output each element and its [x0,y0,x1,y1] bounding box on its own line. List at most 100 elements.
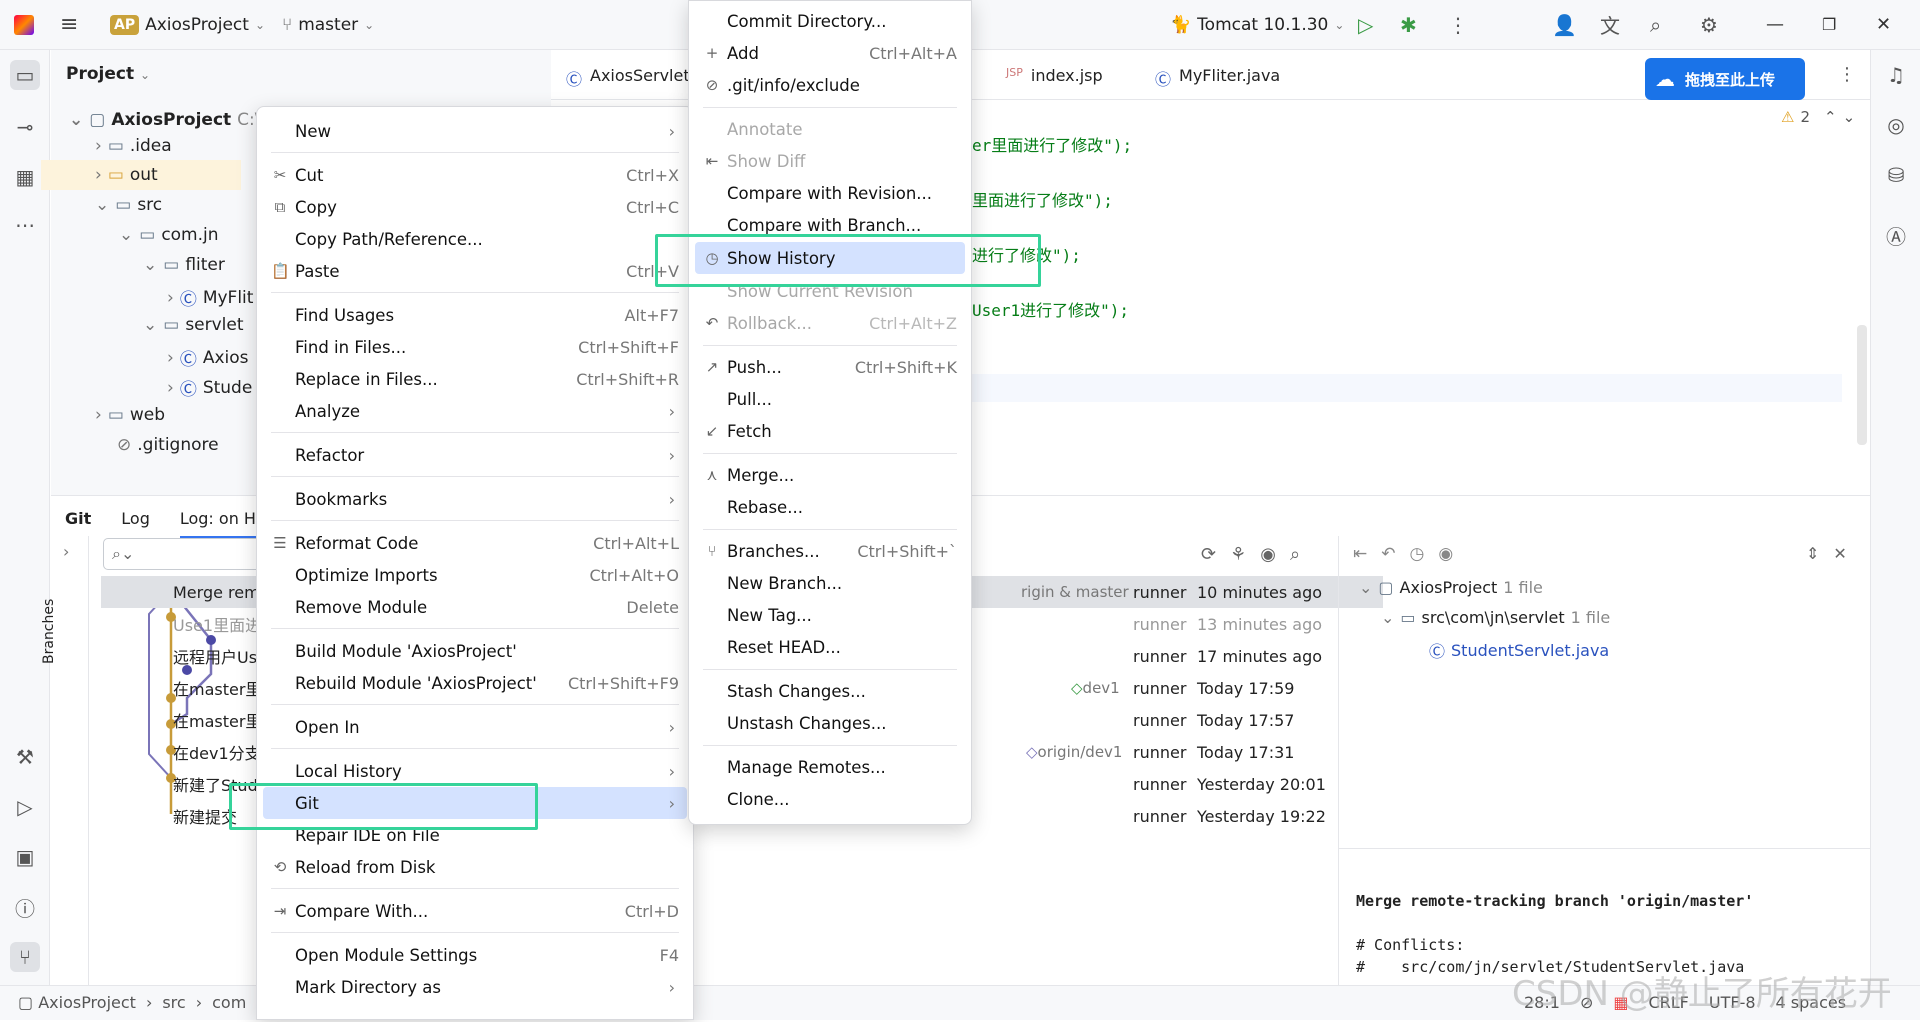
build-hammer-icon[interactable]: ⚒ [10,742,40,772]
minimize-icon[interactable]: — [1766,14,1784,35]
branches-label[interactable]: Branches [41,599,101,664]
tree-item-web[interactable]: › ▭ web [95,405,165,425]
menu-item-find-usages[interactable]: Find Usages Alt+F7 [263,299,687,331]
menu-item-replace-in-files[interactable]: Replace in Files... Ctrl+Shift+R [263,363,687,395]
breadcrumb-item[interactable]: ▢ AxiosProject [18,993,136,1012]
project-folder-icon[interactable]: ▭ [10,60,40,90]
tree-item-idea[interactable]: › ▭ .idea [95,136,172,156]
menu-item-manage-remotes[interactable]: Manage Remotes... [695,751,965,783]
menu-item-cut[interactable]: ✂ Cut Ctrl+X [263,159,687,191]
refresh-icon[interactable]: ⟳ [1201,544,1216,565]
main-menu-icon[interactable]: ≡ [60,12,78,37]
menu-item-compare-revision[interactable]: Compare with Revision... [695,177,965,209]
menu-item-remove-module[interactable]: Remove Module Delete [263,591,687,623]
menu-item-mark-directory[interactable]: Mark Directory as › [263,971,687,1003]
menu-item-pull[interactable]: Pull... [695,383,965,415]
ide-logo[interactable] [14,14,34,35]
tree-item-com-jn[interactable]: ⌄ ▭ com.jn [119,225,219,245]
reader-mode-icon[interactable]: Ⓐ [1881,220,1911,250]
menu-item-reset-head[interactable]: Reset HEAD... [695,631,965,663]
eye-icon[interactable]: ◉ [1438,544,1453,564]
menu-item-paste[interactable]: 📋 Paste Ctrl+V [263,255,687,287]
menu-item-new-branch[interactable]: New Branch... [695,567,965,599]
search-icon[interactable]: ⌕ [1290,544,1300,565]
more-tools-icon[interactable]: ⋯ [10,210,40,240]
menu-item-commit-directory[interactable]: Commit Directory... [695,5,965,37]
tab-myfliter[interactable]: Ⓒ MyFliter.java [1155,66,1280,90]
menu-item-reformat-code[interactable]: ☰ Reformat Code Ctrl+Alt+L [263,527,687,559]
menu-item-new[interactable]: New › [263,115,687,147]
eye-icon[interactable]: ◉ [1260,544,1276,565]
maximize-icon[interactable]: ❐ [1822,15,1836,34]
menu-item-reload-from-disk[interactable]: ⟲ Reload from Disk [263,851,687,883]
menu-item-stash[interactable]: Stash Changes... [695,675,965,707]
menu-item-compare-with[interactable]: ⇥ Compare With... Ctrl+D [263,895,687,927]
cherry-pick-icon[interactable]: ⚘ [1230,544,1246,565]
upload-button[interactable]: ☁ 拖拽至此上传 [1645,58,1805,100]
expand-branches-icon[interactable]: › [63,542,69,561]
tree-item-myfliter[interactable]: › Ⓒ MyFlit [167,285,253,311]
menu-item-add[interactable]: + Add Ctrl+Alt+A [695,37,965,69]
inspection-widget[interactable]: ⚠ 2 ⌃ ⌄ [1781,108,1855,126]
menu-item-unstash[interactable]: Unstash Changes... [695,707,965,739]
menu-item-git-exclude[interactable]: ⊘ .git/info/exclude [695,69,965,101]
tree-item-axios[interactable]: › Ⓒ Axios [167,345,248,371]
menu-item-fetch[interactable]: ↙ Fetch [695,415,965,447]
problems-icon[interactable]: ⓘ [10,892,40,922]
changes-dir[interactable]: ⌄ ▭ src\com\jn\servlet 1 file [1381,608,1610,627]
project-switcher[interactable]: AP AxiosProject ⌄ [110,14,265,35]
services-icon[interactable]: ▷ [10,792,40,822]
structure-icon[interactable]: ▦ [10,162,40,192]
menu-item-refactor[interactable]: Refactor › [263,439,687,471]
menu-item-analyze[interactable]: Analyze › [263,395,687,427]
tree-item-root[interactable]: ⌄ ▢ AxiosProject C:\ [69,110,260,130]
settings-gear-icon[interactable]: ⚙ [1700,13,1718,37]
tree-item-fliter[interactable]: ⌄ ▭ fliter [143,255,225,275]
revert-icon[interactable]: ↶ [1381,544,1395,564]
editor-scrollbar[interactable] [1857,325,1867,445]
menu-item-module-settings[interactable]: Open Module Settings F4 [263,939,687,971]
project-panel-title[interactable]: Project ⌄ [66,64,150,84]
tree-item-gitignore[interactable]: ⊘ .gitignore [117,435,219,455]
ai-assistant-icon[interactable]: ◎ [1881,110,1911,140]
close-icon[interactable]: ✕ [1876,14,1891,35]
notifications-bell-icon[interactable]: ♫ [1881,60,1911,90]
log-search-input[interactable]: ⌕⌄ [103,538,263,570]
tree-item-src[interactable]: ⌄ ▭ src [95,195,162,215]
git-branch-icon[interactable]: ⑂ [10,942,40,972]
tab-log-on-head[interactable]: Log: on H [179,509,256,538]
menu-item-clone[interactable]: Clone... [695,783,965,815]
search-icon[interactable]: ⌕ [1650,13,1661,37]
menu-item-rebuild-module[interactable]: Rebuild Module 'AxiosProject' Ctrl+Shift+… [263,667,687,699]
menu-item-branches[interactable]: ⑂ Branches... Ctrl+Shift+` [695,535,965,567]
terminal-icon[interactable]: ▣ [10,842,40,872]
tab-git[interactable]: Git [65,509,91,528]
add-user-icon[interactable]: 👤 [1552,13,1577,37]
branch-switcher[interactable]: ⑂ master ⌄ [282,15,374,35]
breadcrumb-item[interactable]: src [162,993,185,1012]
tab-log[interactable]: Log [121,509,150,528]
tree-item-servlet[interactable]: ⌄ ▭ servlet [143,315,244,335]
menu-item-new-tag[interactable]: New Tag... [695,599,965,631]
tree-item-out[interactable]: › ▭ out [95,165,158,185]
run-icon[interactable]: ▷ [1358,13,1373,37]
menu-item-build-module[interactable]: Build Module 'AxiosProject' [263,635,687,667]
menu-item-bookmarks[interactable]: Bookmarks › [263,483,687,515]
collapse-all-icon[interactable]: ✕ [1833,544,1846,563]
tab-axiosservlet[interactable]: Ⓒ AxiosServlet [566,66,690,90]
menu-item-copy-path[interactable]: Copy Path/Reference... [263,223,687,255]
debug-icon[interactable]: ✱ [1400,13,1417,37]
run-config-selector[interactable]: 🐈 Tomcat 10.1.30 ⌄ [1170,15,1344,35]
changes-file[interactable]: Ⓒ StudentServlet.java [1429,638,1609,662]
diff-icon[interactable]: ⇤ [1353,544,1367,564]
tree-item-stude[interactable]: › Ⓒ Stude [167,375,252,401]
menu-item-optimize-imports[interactable]: Optimize Imports Ctrl+Alt+O [263,559,687,591]
breadcrumb-item[interactable]: com [212,993,246,1012]
menu-item-push[interactable]: ↗ Push... Ctrl+Shift+K [695,351,965,383]
menu-item-open-in[interactable]: Open In › [263,711,687,743]
menu-item-merge[interactable]: ⋏ Merge... [695,459,965,491]
history-icon[interactable]: ◷ [1410,544,1425,564]
commit-icon[interactable]: ⊸ [10,112,40,142]
translate-icon[interactable]: 文 [1600,10,1620,39]
menu-item-rebase[interactable]: Rebase... [695,491,965,523]
